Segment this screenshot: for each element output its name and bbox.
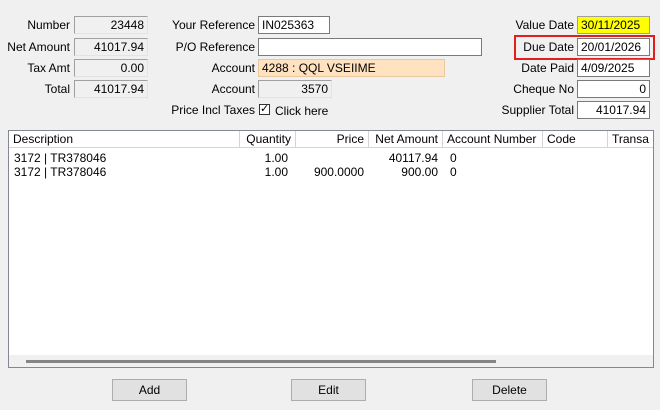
account-field[interactable]: 4288 : QQL VSEIIME bbox=[258, 59, 445, 77]
row-quantity: 1.00 bbox=[264, 165, 288, 179]
supplier-total-input[interactable]: 41017.94 bbox=[577, 101, 650, 119]
add-button[interactable]: Add bbox=[112, 379, 187, 401]
row-description: 3172 | TR378046 bbox=[14, 165, 107, 179]
cheque-no-input[interactable]: 0 bbox=[577, 80, 650, 98]
cheque-no-label: Cheque No bbox=[513, 82, 574, 96]
value-date-label: Value Date bbox=[515, 18, 574, 32]
col-header-price[interactable]: Price bbox=[296, 131, 369, 148]
price-incl-taxes-checkbox[interactable]: ✓ bbox=[259, 104, 270, 115]
date-paid-input[interactable]: 4/09/2025 bbox=[577, 59, 650, 77]
tax-amt-label: Tax Amt bbox=[27, 61, 70, 75]
total-label: Total bbox=[44, 82, 70, 96]
value-date-input[interactable]: 30/11/2025 bbox=[577, 16, 650, 34]
your-reference-label: Your Reference bbox=[172, 18, 255, 32]
po-reference-input[interactable] bbox=[258, 38, 482, 56]
delete-button[interactable]: Delete bbox=[472, 379, 547, 401]
date-paid-label: Date Paid bbox=[521, 61, 574, 75]
net-amount-label: Net Amount bbox=[7, 40, 70, 54]
account-number-field: 3570 bbox=[258, 80, 332, 98]
horizontal-scrollbar[interactable] bbox=[9, 355, 653, 367]
row-account-number: 0 bbox=[450, 151, 457, 165]
net-amount-field: 41017.94 bbox=[74, 38, 148, 56]
account-label: Account bbox=[211, 61, 255, 75]
col-header-code[interactable]: Code bbox=[543, 131, 608, 148]
row-net-amount: 40117.94 bbox=[388, 151, 438, 165]
tax-amt-field: 0.00 bbox=[74, 59, 148, 77]
row-description: 3172 | TR378046 bbox=[14, 151, 107, 165]
col-header-quantity[interactable]: Quantity bbox=[240, 131, 296, 148]
row-price: 900.0000 bbox=[313, 165, 364, 179]
supplier-total-label: Supplier Total bbox=[501, 103, 575, 117]
col-header-account-number[interactable]: Account Number bbox=[443, 131, 543, 148]
row-quantity: 1.00 bbox=[264, 151, 288, 165]
edit-button[interactable]: Edit bbox=[291, 379, 366, 401]
due-date-input[interactable]: 20/01/2026 bbox=[577, 38, 650, 56]
your-reference-input[interactable]: IN025363 bbox=[258, 16, 330, 34]
scrollbar-thumb[interactable] bbox=[26, 360, 496, 363]
col-header-description[interactable]: Description bbox=[9, 131, 240, 148]
col-header-transa[interactable]: Transa bbox=[608, 131, 653, 148]
total-field: 41017.94 bbox=[74, 80, 148, 98]
po-reference-label: P/O Reference bbox=[175, 40, 255, 54]
line-items-grid[interactable]: Description Quantity Price Net Amount Ac… bbox=[8, 130, 654, 368]
number-field: 23448 bbox=[74, 16, 148, 34]
due-date-label: Due Date bbox=[523, 40, 574, 54]
account-number-label: Account bbox=[211, 82, 255, 96]
col-header-net-amount[interactable]: Net Amount bbox=[369, 131, 443, 148]
click-here-link[interactable]: Click here bbox=[275, 104, 328, 118]
number-label: Number bbox=[27, 18, 70, 32]
row-net-amount: 900.00 bbox=[401, 165, 438, 179]
price-incl-taxes-label: Price Incl Taxes bbox=[171, 103, 255, 117]
row-account-number: 0 bbox=[450, 165, 457, 179]
